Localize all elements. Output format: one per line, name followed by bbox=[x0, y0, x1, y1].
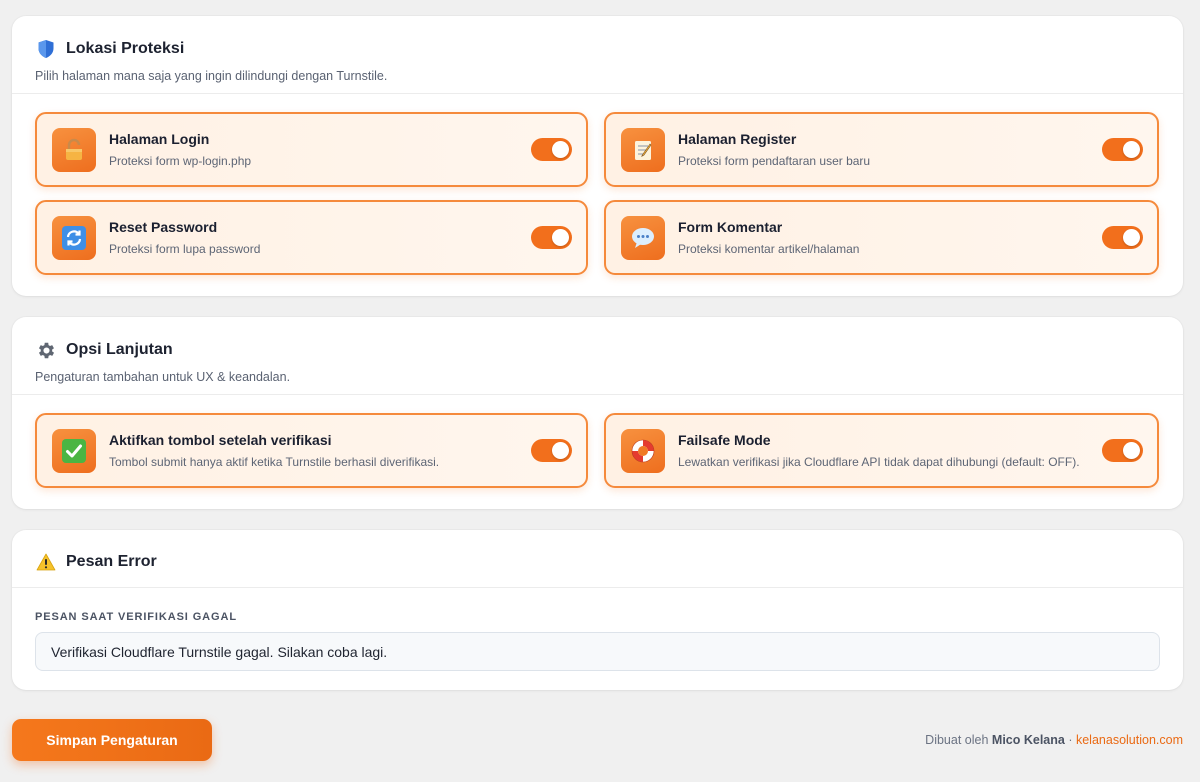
footer-separator: · bbox=[1068, 733, 1073, 747]
error-card-header: Pesan Error bbox=[12, 530, 1183, 588]
made-by-text: Dibuat oleh bbox=[925, 733, 989, 747]
advanced-title: Opsi Lanjutan bbox=[66, 341, 173, 358]
register-toggle[interactable] bbox=[1102, 138, 1143, 161]
author-name: Mico Kelana bbox=[991, 733, 1065, 747]
shield-icon bbox=[35, 38, 57, 60]
comment-toggle[interactable] bbox=[1102, 226, 1143, 249]
protection-card: Lokasi Proteksi Pilih halaman mana saja … bbox=[12, 16, 1183, 296]
failsafe-toggle[interactable] bbox=[1102, 439, 1143, 462]
memo-icon bbox=[621, 127, 665, 172]
option-login-desc: Proteksi form wp-login.php bbox=[109, 154, 252, 168]
speech-bubble-icon bbox=[621, 215, 665, 260]
error-message-label: PESAN SAAT VERIFIKASI GAGAL bbox=[35, 611, 237, 623]
option-failsafe-title: Failsafe Mode bbox=[678, 432, 771, 448]
enable-button-toggle[interactable] bbox=[531, 439, 572, 462]
option-login: Halaman Login Proteksi form wp-login.php bbox=[35, 112, 588, 187]
option-failsafe: Failsafe Mode Lewatkan verifikasi jika C… bbox=[604, 413, 1159, 488]
option-register-title: Halaman Register bbox=[678, 131, 797, 147]
advanced-card: Opsi Lanjutan Pengaturan tambahan untuk … bbox=[12, 317, 1183, 509]
error-title: Pesan Error bbox=[66, 553, 157, 570]
protection-subtitle: Pilih halaman mana saja yang ingin dilin… bbox=[35, 69, 388, 83]
protection-title: Lokasi Proteksi bbox=[66, 40, 185, 57]
warning-icon bbox=[35, 551, 57, 573]
save-button[interactable]: Simpan Pengaturan bbox=[12, 719, 212, 761]
option-comment-desc: Proteksi komentar artikel/halaman bbox=[678, 242, 860, 256]
option-enable-button-title: Aktifkan tombol setelah verifikasi bbox=[109, 432, 332, 448]
refresh-icon bbox=[52, 215, 96, 260]
lock-icon bbox=[52, 127, 96, 172]
option-reset-title: Reset Password bbox=[109, 219, 218, 235]
advanced-subtitle: Pengaturan tambahan untuk UX & keandalan… bbox=[35, 370, 291, 384]
lifebuoy-icon bbox=[621, 428, 665, 473]
advanced-card-header: Opsi Lanjutan Pengaturan tambahan untuk … bbox=[12, 317, 1183, 395]
error-card: Pesan Error PESAN SAAT VERIFIKASI GAGAL bbox=[12, 530, 1183, 690]
error-message-input[interactable] bbox=[35, 632, 1160, 671]
option-login-title: Halaman Login bbox=[109, 131, 210, 147]
option-register-desc: Proteksi form pendaftaran user baru bbox=[678, 154, 871, 168]
gear-icon bbox=[35, 339, 57, 361]
option-reset-desc: Proteksi form lupa password bbox=[109, 242, 261, 256]
login-toggle[interactable] bbox=[531, 138, 572, 161]
option-enable-button: Aktifkan tombol setelah verifikasi Tombo… bbox=[35, 413, 588, 488]
option-comment: Form Komentar Proteksi komentar artikel/… bbox=[604, 200, 1159, 275]
option-register: Halaman Register Proteksi form pendaftar… bbox=[604, 112, 1159, 187]
protection-card-header: Lokasi Proteksi Pilih halaman mana saja … bbox=[12, 16, 1183, 94]
option-failsafe-desc: Lewatkan verifikasi jika Cloudflare API … bbox=[678, 455, 1080, 469]
option-enable-button-desc: Tombol submit hanya aktif ketika Turnsti… bbox=[109, 455, 440, 469]
reset-password-toggle[interactable] bbox=[531, 226, 572, 249]
checkmark-icon bbox=[52, 428, 96, 473]
footer-credit: Dibuat oleh Mico Kelana · kelanasolution… bbox=[925, 733, 1183, 747]
option-comment-title: Form Komentar bbox=[678, 219, 783, 235]
site-link[interactable]: kelanasolution.com bbox=[1076, 733, 1183, 747]
option-reset-password: Reset Password Proteksi form lupa passwo… bbox=[35, 200, 588, 275]
